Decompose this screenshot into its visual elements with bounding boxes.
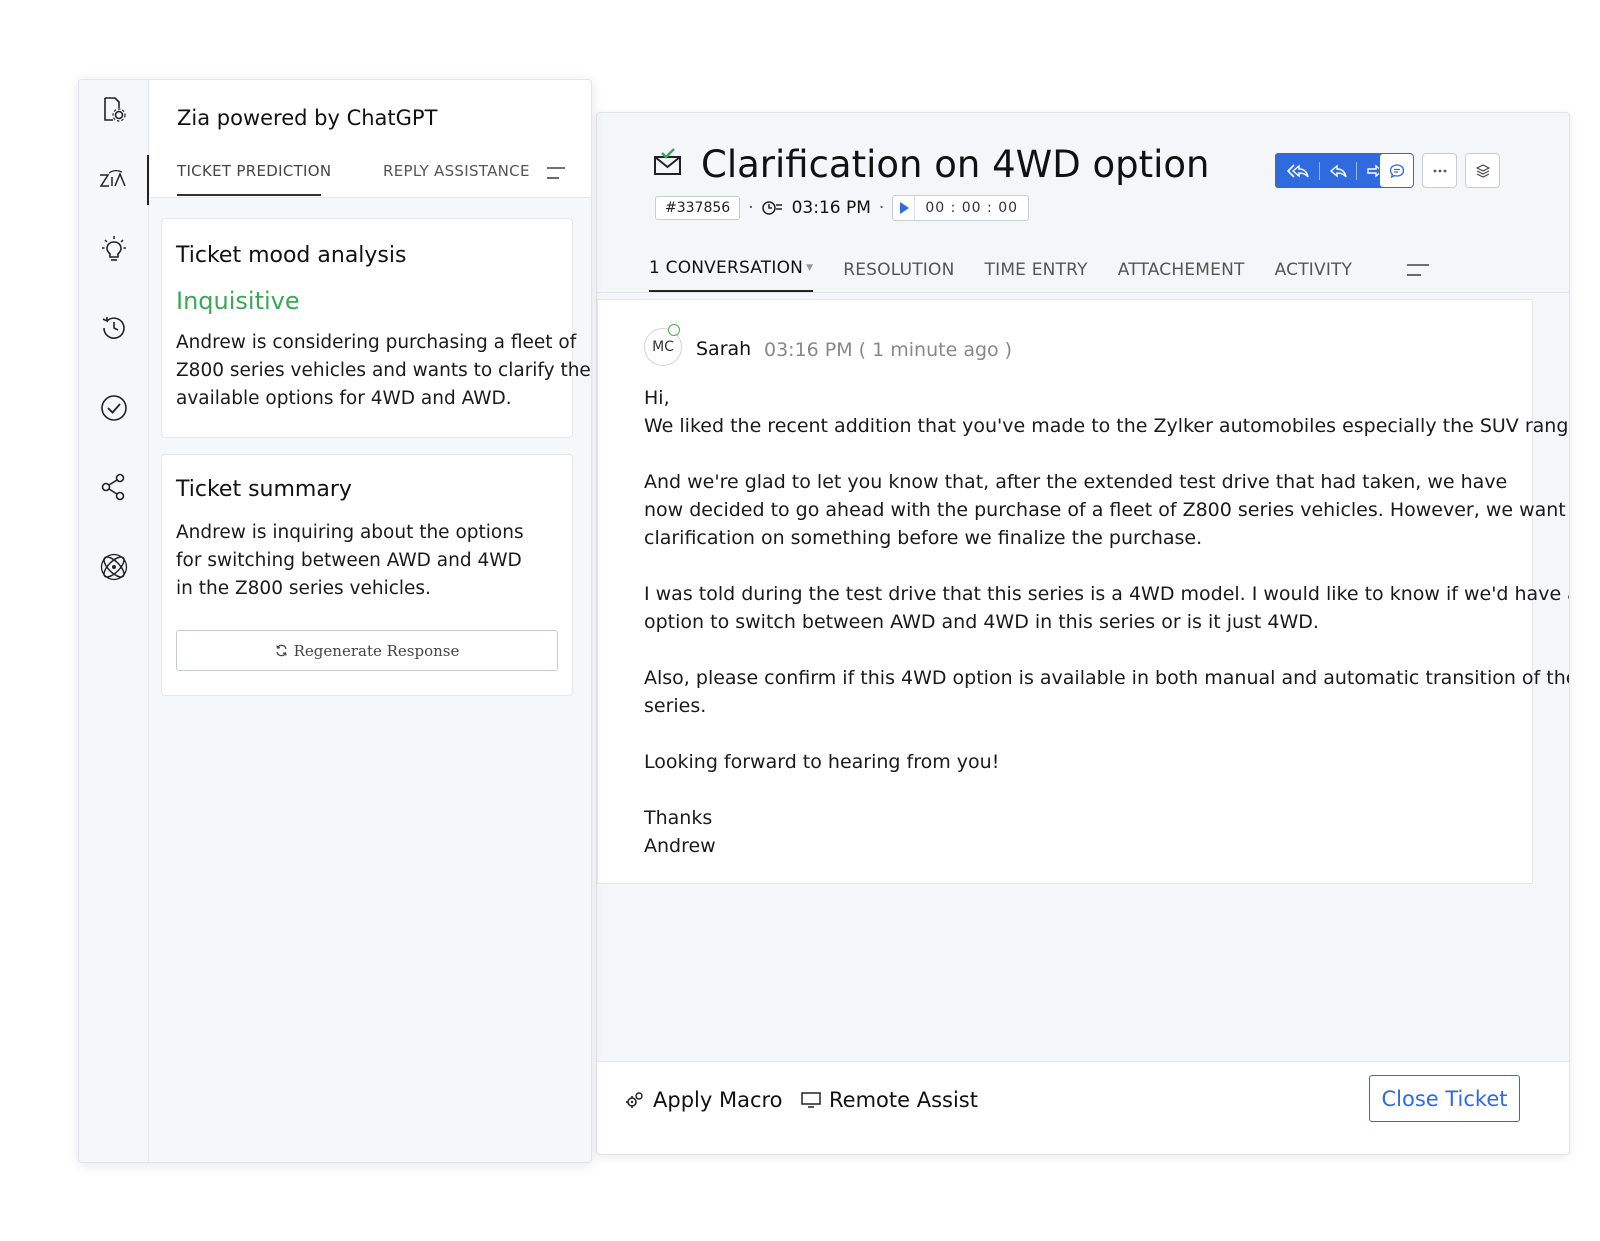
mood-description: Andrew is considering purchasing a fleet… <box>176 332 591 409</box>
message-time: 03:16 PM ( 1 minute ago ) <box>764 339 1013 361</box>
summary-card-title: Ticket summary <box>176 477 352 502</box>
ticket-summary-card: Ticket summary Andrew is inquiring about… <box>161 454 573 696</box>
regenerate-response-button[interactable]: Regenerate Response <box>176 630 558 671</box>
tab-ticket-prediction[interactable]: TICKET PREDICTION <box>177 162 331 196</box>
play-icon[interactable] <box>893 196 916 220</box>
close-ticket-button[interactable]: Close Ticket <box>1369 1075 1520 1122</box>
tab-attachment[interactable]: ATTACHEMENT <box>1118 260 1245 292</box>
summary-text: Andrew is inquiring about the options fo… <box>176 522 524 599</box>
ticket-header: Clarification on 4WD option #337856 · 03… <box>597 113 1569 293</box>
remote-assist-button[interactable]: Remote Assist <box>801 1088 978 1112</box>
zia-title: Zia powered by ChatGPT <box>177 106 438 130</box>
conversation-thread: MC Sarah 03:16 PM ( 1 minute ago ) Hi, W… <box>597 299 1569 884</box>
apply-macro-button[interactable]: Apply Macro <box>625 1088 783 1112</box>
zia-icon[interactable] <box>79 155 149 205</box>
tab-resolution[interactable]: RESOLUTION <box>843 260 954 292</box>
timer-value: 00 : 00 : 00 <box>925 200 1019 216</box>
channel-badge-icon <box>668 324 680 336</box>
layers-button[interactable] <box>1465 153 1500 188</box>
caret-down-icon: ▼ <box>806 263 814 273</box>
tab-activity[interactable]: ACTIVITY <box>1275 260 1353 292</box>
ticket-time: 03:16 PM <box>791 198 871 218</box>
tab-reply-assistance[interactable]: REPLY ASSISTANCE <box>383 162 530 180</box>
ticket-window: Clarification on 4WD option #337856 · 03… <box>596 112 1570 1155</box>
ticket-tabs: 1 CONVERSATION ▼ RESOLUTION TIME ENTRY AT… <box>649 248 1382 292</box>
ticket-meta: #337856 · 03:16 PM · 00 : 00 : 00 <box>655 195 1030 221</box>
reply-action-group <box>1275 153 1395 188</box>
layers-icon <box>1475 163 1490 178</box>
ellipsis-icon <box>1433 169 1447 173</box>
ticket-footer: Apply Macro Remote Assist Close Ticket <box>597 1061 1569 1154</box>
side-rail <box>79 80 149 1162</box>
zia-menu-icon[interactable] <box>547 166 565 180</box>
settings-doc-icon[interactable] <box>79 84 149 134</box>
zia-header: Zia powered by ChatGPT TICKET PREDICTION… <box>150 80 591 198</box>
share-icon[interactable] <box>79 462 149 512</box>
more-button[interactable] <box>1422 153 1457 188</box>
ticket-timer[interactable]: 00 : 00 : 00 <box>892 195 1030 221</box>
reply-icon[interactable] <box>1329 163 1347 179</box>
reply-all-icon[interactable] <box>1286 163 1310 179</box>
zia-content: Zia powered by ChatGPT TICKET PREDICTION… <box>150 80 591 1162</box>
atom-icon[interactable] <box>79 542 149 592</box>
gears-icon <box>625 1090 645 1110</box>
bulb-icon[interactable] <box>79 225 149 275</box>
ticket-id[interactable]: #337856 <box>655 196 741 220</box>
message-body: Hi, We liked the recent addition that yo… <box>644 387 1569 857</box>
comment-icon <box>1389 163 1405 179</box>
history-icon[interactable] <box>79 303 149 353</box>
envelope-icon <box>653 147 683 177</box>
ticket-title: Clarification on 4WD option <box>701 143 1210 186</box>
monitor-icon <box>801 1091 821 1109</box>
clock-icon <box>761 200 784 216</box>
check-circle-icon[interactable] <box>79 383 149 433</box>
mood-analysis-card: Ticket mood analysis Inquisitive Andrew … <box>161 218 591 438</box>
sender-name[interactable]: Sarah <box>696 338 751 360</box>
refresh-icon <box>275 644 288 657</box>
comment-button[interactable] <box>1379 153 1414 188</box>
mood-card-title: Ticket mood analysis <box>176 243 407 268</box>
zia-panel: Zia powered by ChatGPT TICKET PREDICTION… <box>78 79 592 1163</box>
tab-conversation[interactable]: 1 CONVERSATION ▼ <box>649 258 814 292</box>
mood-value: Inquisitive <box>176 287 300 315</box>
tab-time-entry[interactable]: TIME ENTRY <box>985 260 1088 292</box>
tabs-menu-icon[interactable] <box>1407 263 1429 277</box>
